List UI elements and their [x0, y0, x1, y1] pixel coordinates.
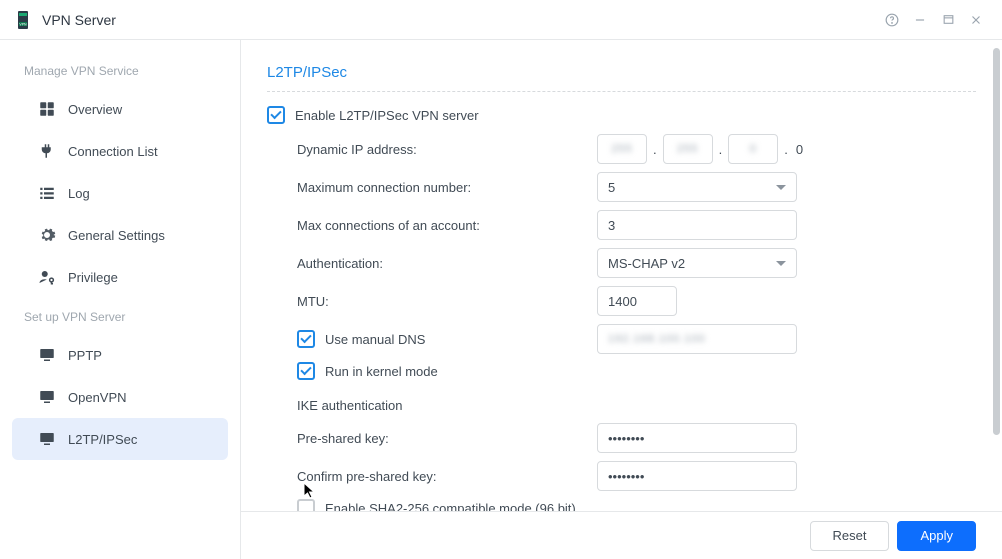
chevron-down-icon	[776, 185, 786, 190]
page-title: L2TP/IPSec	[267, 64, 976, 92]
auth-label: Authentication:	[297, 256, 597, 271]
sidebar-item-connection-list[interactable]: Connection List	[12, 130, 228, 172]
sidebar-item-pptp[interactable]: PPTP	[12, 334, 228, 376]
enable-vpn-row: Enable L2TP/IPSec VPN server	[267, 106, 976, 124]
psk-confirm-label: Confirm pre-shared key:	[297, 469, 597, 484]
auth-select[interactable]: MS-CHAP v2	[597, 248, 797, 278]
manual-dns-label: Use manual DNS	[325, 332, 425, 347]
sha2-label: Enable SHA2-256 compatible mode (96 bit)	[325, 501, 576, 512]
dashboard-icon	[36, 98, 58, 120]
max-acct-label: Max connections of an account:	[297, 218, 597, 233]
footer: Reset Apply	[241, 511, 1002, 559]
app-icon: VPN	[12, 9, 34, 31]
kernel-mode-checkbox[interactable]	[297, 362, 315, 380]
sha2-checkbox[interactable]	[297, 499, 315, 511]
sidebar-item-overview[interactable]: Overview	[12, 88, 228, 130]
dyn-ip-label: Dynamic IP address:	[297, 142, 597, 157]
svg-text:VPN: VPN	[19, 22, 27, 26]
main-panel: L2TP/IPSec Enable L2TP/IPSec VPN server …	[241, 40, 1002, 559]
sidebar-item-label: PPTP	[68, 348, 102, 363]
kernel-mode-label: Run in kernel mode	[325, 364, 438, 379]
monitor-icon	[36, 386, 58, 408]
monitor-icon	[36, 428, 58, 450]
chevron-down-icon	[776, 261, 786, 266]
manual-dns-checkbox[interactable]	[297, 330, 315, 348]
sidebar-section-manage: Manage VPN Service	[0, 52, 240, 88]
mtu-input[interactable]	[597, 286, 677, 316]
psk-label: Pre-shared key:	[297, 431, 597, 446]
scrollbar-thumb[interactable]	[993, 48, 1000, 435]
sidebar-item-openvpn[interactable]: OpenVPN	[12, 376, 228, 418]
ike-heading: IKE authentication	[267, 388, 976, 421]
sidebar-item-label: Log	[68, 186, 90, 201]
max-acct-input[interactable]	[597, 210, 797, 240]
maximize-button[interactable]	[934, 6, 962, 34]
psk-input[interactable]	[597, 423, 797, 453]
ip-octet-4: 0	[794, 142, 803, 157]
apply-button[interactable]: Apply	[897, 521, 976, 551]
ip-input-group: 255 . 255 . 0 . 0	[597, 134, 803, 164]
sidebar-item-label: Overview	[68, 102, 122, 117]
mtu-label: MTU:	[297, 294, 597, 309]
ip-octet-2[interactable]: 255	[663, 134, 713, 164]
titlebar: VPN VPN Server	[0, 0, 1002, 40]
sidebar-item-privilege[interactable]: Privilege	[12, 256, 228, 298]
reset-button[interactable]: Reset	[810, 521, 890, 551]
help-button[interactable]	[878, 6, 906, 34]
plug-icon	[36, 140, 58, 162]
sidebar-item-general-settings[interactable]: General Settings	[12, 214, 228, 256]
close-button[interactable]	[962, 6, 990, 34]
sidebar-item-label: OpenVPN	[68, 390, 127, 405]
gear-icon	[36, 224, 58, 246]
sidebar-item-label: Privilege	[68, 270, 118, 285]
ip-octet-3[interactable]: 0	[728, 134, 778, 164]
sidebar-item-log[interactable]: Log	[12, 172, 228, 214]
psk-confirm-input[interactable]	[597, 461, 797, 491]
sidebar-item-label: Connection List	[68, 144, 158, 159]
sidebar-item-label: L2TP/IPSec	[68, 432, 137, 447]
dns-input[interactable]: 192.168.100.100	[597, 324, 797, 354]
user-key-icon	[36, 266, 58, 288]
list-icon	[36, 182, 58, 204]
monitor-icon	[36, 344, 58, 366]
sidebar-item-l2tp-ipsec[interactable]: L2TP/IPSec	[12, 418, 228, 460]
enable-vpn-checkbox[interactable]	[267, 106, 285, 124]
sidebar: Manage VPN Service Overview Connection L…	[0, 40, 240, 559]
scrollbar[interactable]	[993, 48, 1000, 503]
sidebar-section-setup: Set up VPN Server	[0, 298, 240, 334]
max-conn-label: Maximum connection number:	[297, 180, 597, 195]
enable-vpn-label: Enable L2TP/IPSec VPN server	[295, 108, 479, 123]
ip-octet-1[interactable]: 255	[597, 134, 647, 164]
window-title: VPN Server	[42, 12, 116, 28]
sidebar-item-label: General Settings	[68, 228, 165, 243]
max-conn-select[interactable]: 5	[597, 172, 797, 202]
minimize-button[interactable]	[906, 6, 934, 34]
